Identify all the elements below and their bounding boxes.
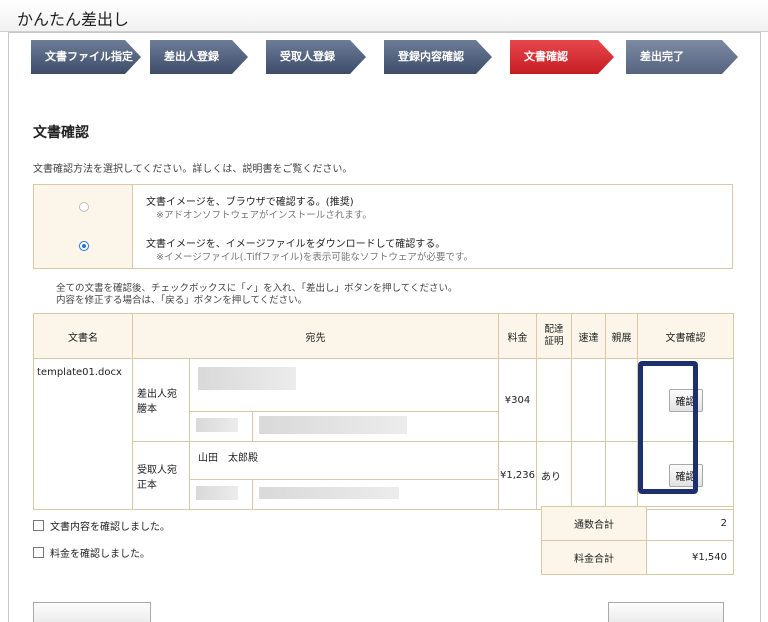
row-type-sender: 差出人宛 謄本 [132, 358, 190, 442]
table-row: template01.docx 差出人宛 謄本 ¥304 確認 [33, 358, 734, 510]
row-personal [605, 358, 638, 442]
check-fee-confirmed[interactable]: 料金を確認しました。 [33, 545, 150, 560]
table-header-row: 文書名 宛先 料金 配達 証明 速達 親展 文書確認 [33, 313, 734, 359]
redacted-street [259, 416, 407, 434]
redacted-address [198, 367, 296, 390]
count-total-label: 通数合計 [541, 506, 647, 541]
header-fee: 料金 [498, 313, 537, 359]
fee-total-value: ¥1,540 [646, 540, 734, 575]
row-type-recipient: 受取人宛 正本 [132, 441, 190, 510]
confirm-highlight-frame [638, 361, 698, 494]
row-fee: ¥304 [498, 358, 537, 442]
row-express [571, 441, 606, 510]
radio-download-check[interactable] [79, 241, 89, 251]
summary-row: 料金合計 ¥1,540 [541, 540, 734, 575]
summary-row: 通数合計 2 [541, 506, 734, 541]
option-download-label: 文書イメージを、イメージファイルをダウンロードして確認する。 [146, 239, 446, 250]
instruction-note: 内容を修正する場合は、「戻る」ボタンを押してください。 [56, 295, 308, 306]
row-fee: ¥1,236 [498, 441, 537, 510]
header-doc-check: 文書確認 [637, 313, 734, 359]
step-sender-registration: 差出人登録 [150, 40, 248, 74]
row-personal [605, 441, 638, 510]
title-bar: かんたん差出し [0, 0, 768, 32]
sender-address-cell [189, 358, 499, 412]
step-complete: 差出完了 [626, 40, 738, 74]
page-title: 文書確認 [33, 125, 89, 141]
checkbox-label: 文書内容を確認しました。 [50, 522, 170, 533]
doc-file-name: template01.docx [33, 358, 133, 510]
header-express: 速達 [571, 313, 606, 359]
recipient-name: 山田 太郎殿 [189, 441, 499, 480]
header-doc-name: 文書名 [33, 313, 133, 359]
row-delivery-cert [536, 358, 572, 442]
checkbox[interactable] [33, 520, 44, 531]
table-row: 受取人宛 正本 山田 太郎殿 ¥1,236 あり 確認 [34, 441, 734, 510]
header-delivery-cert: 配達 証明 [536, 313, 572, 359]
row-express [571, 358, 606, 442]
step-document-check: 文書確認 [510, 40, 614, 74]
count-total-value: 2 [646, 506, 734, 541]
app-title: かんたん差出し [17, 10, 130, 29]
step-confirm-registration: 登録内容確認 [384, 40, 492, 74]
fee-total-label: 料金合計 [541, 540, 647, 575]
recipient-zip-cell [189, 479, 253, 510]
radio-column [34, 185, 133, 268]
send-button[interactable] [608, 602, 724, 622]
checkbox[interactable] [33, 547, 44, 558]
sender-zip-cell [189, 411, 253, 442]
document-table: 文書名 宛先 料金 配達 証明 速達 親展 文書確認 template01.doc… [33, 313, 734, 510]
summary-table: 通数合計 2 料金合計 ¥1,540 [541, 506, 734, 575]
redacted-street [259, 487, 399, 499]
section-description: 文書確認方法を選択してください。詳しくは、説明書をご覧ください。 [33, 164, 353, 175]
radio-browser-check[interactable] [79, 202, 89, 212]
recipient-street-cell [252, 479, 499, 510]
option-download-note: ※イメージファイル(.Tiffファイル)を表示可能なソフトウェアが必要です。 [156, 252, 473, 263]
step-recipient-registration: 受取人登録 [266, 40, 366, 74]
redacted-zip [196, 486, 238, 500]
step-document-file: 文書ファイル指定 [31, 40, 141, 74]
check-content-confirmed[interactable]: 文書内容を確認しました。 [33, 518, 170, 533]
checkbox-label: 料金を確認しました。 [50, 549, 150, 560]
option-browser-label: 文書イメージを、ブラウザで確認する。(推奨) [146, 197, 354, 208]
header-recipient: 宛先 [132, 313, 499, 359]
check-method-options: 文書イメージを、ブラウザで確認する。(推奨) ※アドオンソフトウェアがインストー… [33, 184, 733, 269]
sender-street-cell [252, 411, 499, 442]
option-browser-note: ※アドオンソフトウェアがインストールされます。 [156, 210, 372, 221]
row-delivery-cert: あり [536, 441, 572, 510]
header-personal: 親展 [605, 313, 638, 359]
back-button[interactable] [33, 602, 151, 622]
redacted-zip [196, 418, 238, 432]
